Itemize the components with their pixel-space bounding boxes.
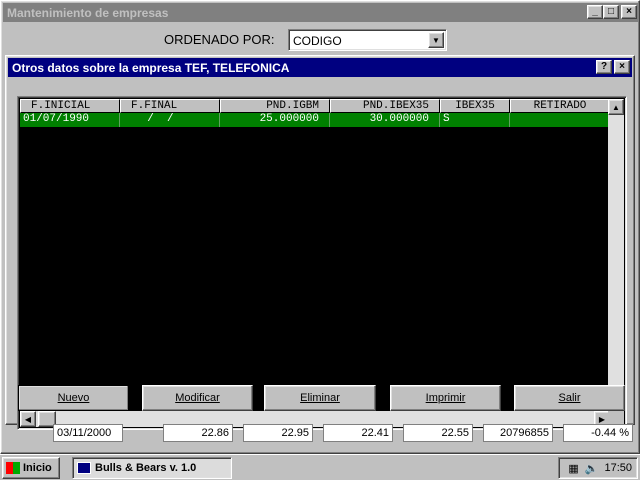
- dialog-close-button[interactable]: ×: [614, 60, 630, 74]
- main-window: Mantenimiento de empresas _ □ × ORDENADO…: [0, 0, 640, 454]
- maximize-button[interactable]: □: [603, 5, 619, 19]
- help-button[interactable]: ?: [596, 60, 612, 74]
- start-label: Inicio: [23, 462, 52, 474]
- cell-fecha-final[interactable]: / /: [120, 113, 220, 127]
- background-cell: 22.55: [403, 424, 473, 442]
- minimize-button[interactable]: _: [587, 5, 603, 19]
- taskbar-item-bulls-bears[interactable]: Bulls & Bears v. 1.0: [72, 457, 232, 479]
- windows-logo-icon: [6, 462, 20, 474]
- order-by-label: ORDENADO POR:: [164, 32, 275, 47]
- scheduler-icon[interactable]: ▦: [568, 462, 578, 475]
- background-cell: 03/11/2000: [53, 424, 123, 442]
- background-cell: 20796855: [483, 424, 553, 442]
- column-header-pnd-igbm[interactable]: PND.IGBM: [220, 99, 330, 113]
- taskbar: Inicio Bulls & Bears v. 1.0 ▦ 🔈 17:50: [0, 454, 640, 480]
- column-header-fecha-inicial[interactable]: F.INICIAL: [20, 99, 120, 113]
- background-cell: 22.86: [163, 424, 233, 442]
- column-header-pnd-ibex35[interactable]: PND.IBEX35: [330, 99, 440, 113]
- nuevo-button[interactable]: Nuevo: [18, 385, 129, 411]
- scroll-left-icon[interactable]: ◀: [20, 411, 36, 427]
- cell-fecha-inicial[interactable]: 01/07/1990: [20, 113, 120, 127]
- column-header-fecha-final[interactable]: F.FINAL: [120, 99, 220, 113]
- app-icon: [77, 462, 91, 474]
- volume-icon[interactable]: 🔈: [585, 462, 599, 475]
- start-button[interactable]: Inicio: [2, 457, 60, 479]
- data-grid[interactable]: F.INICIAL F.FINAL PND.IGBM PND.IBEX35 IB…: [17, 96, 627, 430]
- cell-ibex35[interactable]: S: [440, 113, 510, 127]
- grid-header: F.INICIAL F.FINAL PND.IGBM PND.IBEX35 IB…: [20, 99, 610, 113]
- clock[interactable]: 17:50: [604, 462, 632, 474]
- scroll-up-icon[interactable]: ▲: [608, 99, 624, 115]
- taskbar-item-label: Bulls & Bears v. 1.0: [95, 462, 197, 474]
- background-cell: -0.44 %: [563, 424, 633, 442]
- main-window-title: Mantenimiento de empresas: [7, 6, 169, 20]
- imprimir-button[interactable]: Imprimir: [390, 385, 501, 411]
- order-by-select[interactable]: CODIGO ▼: [288, 29, 447, 51]
- cell-retirado[interactable]: [510, 113, 610, 127]
- eliminar-button[interactable]: Eliminar: [264, 385, 376, 411]
- main-titlebar[interactable]: Mantenimiento de empresas _ □ ×: [3, 3, 639, 22]
- cell-pnd-ibex35[interactable]: 30.000000: [330, 113, 440, 127]
- salir-button[interactable]: Salir: [514, 385, 625, 411]
- background-table-row: 03/11/2000 22.86 22.95 22.41 22.55 20796…: [53, 424, 633, 442]
- vertical-scrollbar[interactable]: ▲ ▼: [608, 99, 624, 413]
- company-data-dialog: Otros datos sobre la empresa TEF, TELEFO…: [5, 55, 635, 430]
- chevron-down-icon[interactable]: ▼: [428, 32, 444, 48]
- column-header-retirado[interactable]: RETIRADO: [510, 99, 610, 113]
- order-by-value: CODIGO: [293, 34, 342, 48]
- dialog-title: Otros datos sobre la empresa TEF, TELEFO…: [12, 61, 290, 75]
- modificar-button[interactable]: Modificar: [142, 385, 253, 411]
- close-button[interactable]: ×: [621, 5, 637, 19]
- background-cell: 22.95: [243, 424, 313, 442]
- table-row[interactable]: 01/07/1990 / / 25.000000 30.000000 S: [20, 113, 610, 127]
- background-cell: 22.41: [323, 424, 393, 442]
- column-header-ibex35[interactable]: IBEX35: [440, 99, 510, 113]
- dialog-titlebar[interactable]: Otros datos sobre la empresa TEF, TELEFO…: [8, 58, 632, 77]
- cell-pnd-igbm[interactable]: 25.000000: [220, 113, 330, 127]
- system-tray: ▦ 🔈 17:50: [558, 457, 638, 479]
